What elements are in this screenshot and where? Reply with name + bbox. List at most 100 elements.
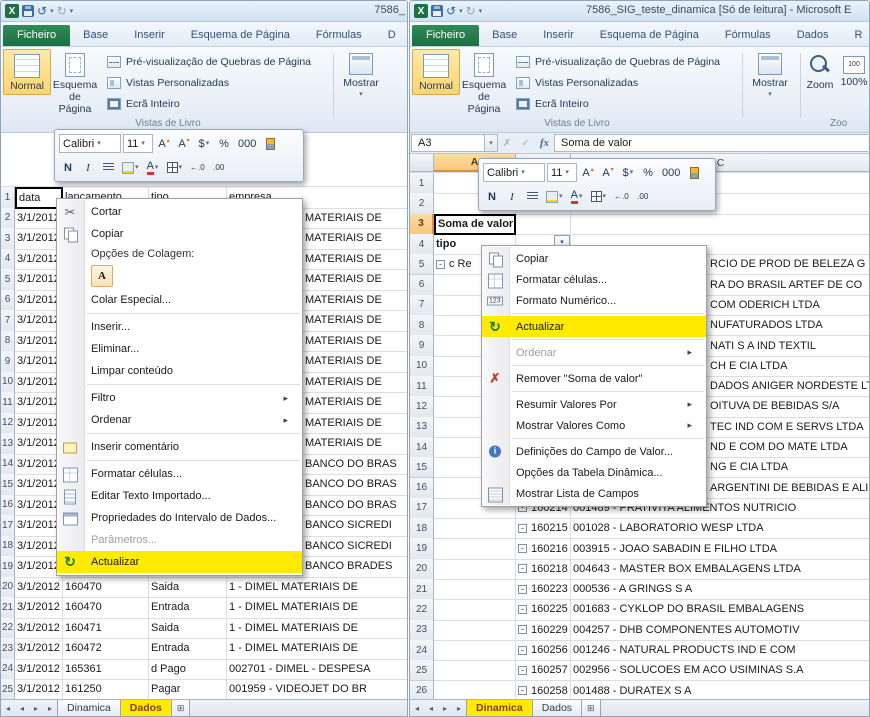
row-header-5[interactable]: 5 xyxy=(1,269,15,291)
format-painter-button[interactable] xyxy=(685,163,703,182)
sheet-tab-dados[interactable]: Dados xyxy=(119,700,172,716)
cell-a3[interactable]: Soma de valor xyxy=(434,213,516,235)
row-header-11[interactable]: 11 xyxy=(1,392,15,414)
row-header-25[interactable]: 25 xyxy=(410,660,434,682)
row-header-2[interactable]: 2 xyxy=(1,207,15,229)
undo-icon[interactable] xyxy=(446,5,456,17)
cell-c22[interactable]: 001683 - CYKLOP DO BRASIL EMBALAGENS xyxy=(571,599,869,621)
cell-b23[interactable]: 160472 xyxy=(63,638,149,660)
comma-style-button[interactable]: 000 xyxy=(235,134,259,153)
cell-d25[interactable]: 001959 - VIDEOJET DO BR xyxy=(227,679,407,701)
font-name-select[interactable]: Calibri ▾ xyxy=(483,163,545,182)
cell-a22[interactable] xyxy=(434,599,516,621)
row-header-15[interactable]: 15 xyxy=(1,474,15,496)
save-icon[interactable] xyxy=(22,5,34,17)
row-header-4[interactable]: 4 xyxy=(1,248,15,270)
row-header-8[interactable]: 8 xyxy=(1,330,15,352)
menu-item-editar-texto-importado[interactable]: Editar Texto Importado... xyxy=(57,485,302,507)
menu-item-propriedades-do-intervalo-de-dados[interactable]: Propriedades do Intervalo de Dados... xyxy=(57,507,302,529)
titlebar[interactable]: ▾ ▾ 7586_SIG_teste_dinamica [Só de leitu… xyxy=(410,1,869,22)
row-header-15[interactable]: 15 xyxy=(410,457,434,479)
sheet-tab-dinamica[interactable]: Dinamica xyxy=(57,700,121,716)
cell-b3[interactable] xyxy=(516,213,571,235)
increase-font-size-button[interactable]: A ▴ xyxy=(579,163,597,182)
ribbon-tab-ficheiro[interactable]: Ficheiro xyxy=(3,25,71,46)
fill-color-button[interactable]: ▾ xyxy=(543,187,566,206)
cell-a20[interactable]: 3/1/2012 xyxy=(15,576,63,598)
ribbon-tab-dados[interactable]: Dados xyxy=(784,25,842,46)
row-header-9[interactable]: 9 xyxy=(410,335,434,357)
cell-b21[interactable]: 160470 xyxy=(63,597,149,619)
decrease-decimal-button[interactable]: ←.0 xyxy=(611,187,632,206)
cell-c20[interactable]: 004643 - MASTER BOX EMBALAGENS LTDA xyxy=(571,559,869,580)
row-header-22[interactable]: 22 xyxy=(1,617,15,639)
collapse-icon[interactable]: - xyxy=(518,584,527,594)
menu-item-copiar[interactable]: Copiar xyxy=(57,223,302,245)
menu-item-actualizar[interactable]: Actualizar xyxy=(482,316,706,337)
menu-item-eliminar[interactable]: Eliminar... xyxy=(57,338,302,360)
normal-view-button[interactable]: Normal xyxy=(412,49,460,96)
undo-icon[interactable] xyxy=(37,5,47,17)
row-header-11[interactable]: 11 xyxy=(410,376,434,398)
zoom-100-button[interactable]: 100 100% xyxy=(838,49,869,90)
row-header-1[interactable]: 1 xyxy=(1,187,15,209)
comma-style-button[interactable]: 000 xyxy=(659,163,683,182)
row-header-14[interactable]: 14 xyxy=(410,436,434,459)
cell-b24[interactable]: -160256 xyxy=(516,639,571,662)
menu-item-defini-es-do-campo-de-valor[interactable]: Definições do Campo de Valor... xyxy=(482,441,706,462)
ribbon-tab-base[interactable]: Base xyxy=(70,25,121,46)
ribbon-tab-f-rmulas[interactable]: Fórmulas xyxy=(712,25,784,46)
view-option-pr-visualiza-o-de-quebras-de-p-gina[interactable]: Pré-visualização de Quebras de Página xyxy=(516,51,720,72)
select-all-corner[interactable] xyxy=(410,154,434,172)
sheet-nav-prev-icon[interactable]: ◂ xyxy=(6,704,10,713)
cell-c25[interactable]: 002956 - SOLUCOES EM ACO USIMINAS S.A xyxy=(571,660,869,682)
row-header-18[interactable]: 18 xyxy=(1,535,15,557)
cell-c24[interactable]: 001246 - NATURAL PRODUCTS IND E COM xyxy=(571,640,869,662)
font-size-select[interactable]: 11 ▾ xyxy=(547,163,577,182)
undo-dropdown-icon[interactable]: ▾ xyxy=(50,8,54,15)
cell-c23[interactable]: 004257 - DHB COMPONENTES AUTOMOTIV xyxy=(571,620,869,641)
cell-d23[interactable]: 1 - DIMEL MATERIAIS DE xyxy=(227,638,407,660)
row-header-6[interactable]: 6 xyxy=(1,289,15,311)
italic-button[interactable]: I xyxy=(79,158,97,177)
menu-item-actualizar[interactable]: Actualizar xyxy=(57,551,302,573)
cell-a24[interactable]: 3/1/2012 xyxy=(15,658,63,680)
row-header-5[interactable]: 5 xyxy=(410,254,434,276)
view-option-pr-visualiza-o-de-quebras-de-p-gina[interactable]: Pré-visualização de Quebras de Página xyxy=(107,51,311,72)
cell-a23[interactable]: 3/1/2012 xyxy=(15,638,63,660)
row-header-21[interactable]: 21 xyxy=(410,579,434,601)
row-header-21[interactable]: 21 xyxy=(1,597,15,619)
increase-decimal-button[interactable]: .00 xyxy=(210,158,228,177)
row-header-10[interactable]: 10 xyxy=(1,371,15,393)
percent-style-button[interactable]: % xyxy=(215,134,233,153)
cell-b22[interactable]: -160225 xyxy=(516,599,571,621)
cell-b25[interactable]: 161250 xyxy=(63,679,149,701)
accounting-number-format-button[interactable]: $ ▾ xyxy=(195,134,213,153)
cell-c26[interactable]: 001488 - DURATEX S A xyxy=(571,681,869,701)
view-option-ecr-inteiro[interactable]: Ecrã Inteiro xyxy=(516,93,720,114)
cell-a20[interactable] xyxy=(434,558,516,580)
cell-b18[interactable]: -160215 xyxy=(516,518,571,540)
ribbon-tab-r[interactable]: R xyxy=(841,25,869,46)
font-size-select[interactable]: 11 ▾ xyxy=(123,134,153,153)
ribbon-tab-d[interactable]: D xyxy=(375,25,407,46)
paste-keep-text-button[interactable]: A xyxy=(91,265,113,287)
font-color-button[interactable]: A ▾ xyxy=(568,187,586,206)
insert-function-icon[interactable]: fx xyxy=(540,137,549,149)
decrease-font-size-button[interactable]: A ▾ xyxy=(175,134,193,153)
cell-c18[interactable]: 001028 - LABORATORIO WESP LTDA xyxy=(571,518,869,540)
cell-b22[interactable]: 160471 xyxy=(63,617,149,639)
undo-dropdown-icon[interactable]: ▾ xyxy=(459,8,463,15)
row-header-22[interactable]: 22 xyxy=(410,599,434,621)
ribbon-tab-esquema-de-p-gina[interactable]: Esquema de Página xyxy=(587,25,712,46)
row-header-16[interactable]: 16 xyxy=(410,477,434,499)
cell-c20[interactable]: Saida xyxy=(149,576,227,598)
accounting-number-format-button[interactable]: $ ▾ xyxy=(619,163,637,182)
menu-item-filtro[interactable]: Filtro ▸ xyxy=(57,387,302,409)
row-header-12[interactable]: 12 xyxy=(1,412,15,434)
excel-app-icon[interactable] xyxy=(5,4,19,18)
cell-d24[interactable]: 002701 - DIMEL - DESPESA xyxy=(227,659,407,680)
excel-app-icon[interactable] xyxy=(414,4,428,18)
qat-customize-icon[interactable]: ▾ xyxy=(70,8,74,15)
increase-font-size-button[interactable]: A ▴ xyxy=(155,134,173,153)
